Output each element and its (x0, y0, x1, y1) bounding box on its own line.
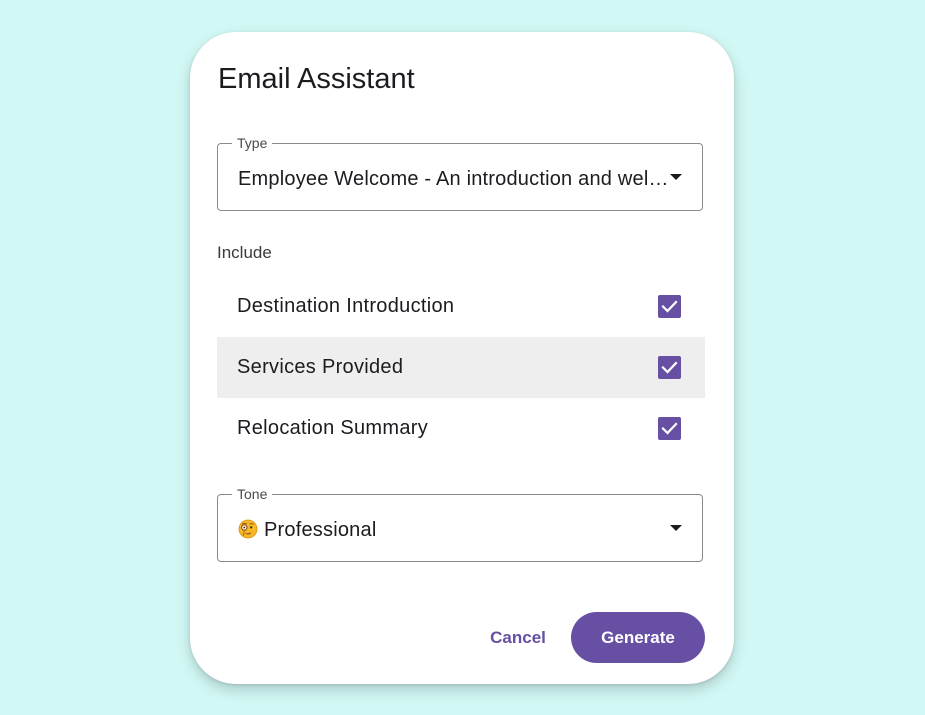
include-item-label: Relocation Summary (237, 417, 429, 439)
relocation-summary-checkbox[interactable] (658, 417, 681, 440)
include-list: Destination Introduction Services Provid… (217, 276, 705, 459)
cancel-button[interactable]: Cancel (476, 615, 560, 659)
tone-select[interactable]: Tone Professional (217, 485, 703, 562)
include-item-destination-introduction[interactable]: Destination Introduction (217, 276, 705, 337)
tone-value: Professional (264, 519, 377, 541)
tone-label: Tone (232, 485, 273, 503)
tone-value-wrapper: Professional (238, 517, 670, 543)
checkmark-icon (661, 300, 678, 313)
dropdown-arrow-icon (670, 525, 682, 531)
dialog-title: Email Assistant (218, 63, 415, 95)
checkmark-icon (661, 361, 678, 374)
type-select[interactable]: Type Employee Welcome - An introduction … (217, 134, 703, 211)
type-label: Type (232, 134, 273, 152)
dropdown-arrow-icon (670, 174, 682, 180)
include-section-label: Include (217, 243, 272, 262)
email-assistant-dialog: Email Assistant Type Employee Welcome - … (190, 32, 734, 684)
include-item-services-provided[interactable]: Services Provided (217, 337, 705, 398)
include-item-relocation-summary[interactable]: Relocation Summary (217, 398, 705, 459)
include-item-label: Services Provided (237, 356, 404, 378)
checkmark-icon (661, 422, 678, 435)
generate-button[interactable]: Generate (571, 612, 705, 663)
type-value: Employee Welcome - An introduction and w… (238, 168, 670, 190)
monocle-face-icon (238, 519, 258, 539)
services-provided-checkbox[interactable] (658, 356, 681, 379)
include-item-label: Destination Introduction (237, 295, 455, 317)
destination-introduction-checkbox[interactable] (658, 295, 681, 318)
